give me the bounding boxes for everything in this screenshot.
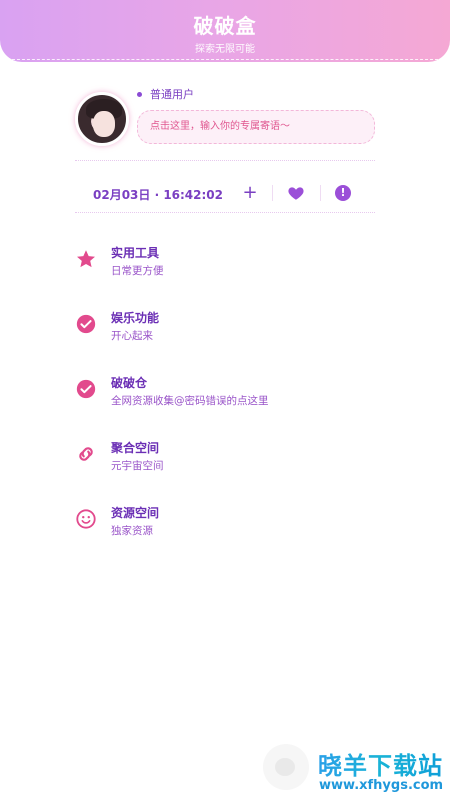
status-row: 02月03日 · 16:42:02 + !: [75, 176, 375, 212]
app-title: 破破盒: [193, 14, 257, 38]
check-circle-icon: [75, 313, 97, 335]
menu-item-subtitle: 独家资源: [111, 525, 153, 537]
separator: [320, 185, 321, 201]
alert-icon[interactable]: !: [335, 185, 351, 201]
menu-list: 实用工具 日常更方便 娱乐功能 开心起来 破破仓 全网资源收集@密码错误的点这里: [75, 240, 375, 565]
star-icon: [75, 248, 97, 270]
smile-icon: [75, 508, 97, 530]
menu-item-subtitle: 日常更方便: [111, 265, 164, 277]
sheep-logo-icon: [263, 744, 309, 790]
avatar[interactable]: [75, 92, 129, 146]
menu-item-subtitle: 开心起来: [111, 330, 153, 342]
menu-item-title: 聚合空间: [111, 441, 160, 455]
menu-item-subtitle: 元宇宙空间: [111, 460, 164, 472]
menu-item-resource-space[interactable]: 资源空间 独家资源: [75, 500, 375, 565]
menu-item-title: 资源空间: [111, 506, 160, 520]
site-watermark: 晓羊下载站 www.xfhygs.com: [255, 738, 450, 800]
check-circle-icon: [75, 378, 97, 400]
heart-icon[interactable]: [287, 184, 305, 202]
separator: [272, 185, 273, 201]
divider: [75, 212, 375, 213]
plus-icon[interactable]: +: [241, 183, 259, 203]
app-header: 破破盒 探索无限可能: [0, 0, 450, 62]
profile-card: 普通用户 点击这里，输入你的专属寄语～: [75, 86, 375, 150]
menu-item-entertainment[interactable]: 娱乐功能 开心起来: [75, 305, 375, 370]
bullet-dot-icon: [137, 91, 142, 97]
motto-input[interactable]: 点击这里，输入你的专属寄语～: [137, 110, 375, 144]
datetime-display: 02月03日 · 16:42:02: [93, 188, 224, 202]
menu-item-tools[interactable]: 实用工具 日常更方便: [75, 240, 375, 305]
user-type: 普通用户: [137, 86, 194, 102]
user-type-label: 普通用户: [150, 88, 194, 101]
link-icon: [75, 443, 97, 465]
divider: [75, 160, 375, 161]
app-subtitle: 探索无限可能: [195, 44, 255, 55]
menu-item-title: 实用工具: [111, 246, 160, 260]
menu-item-title: 娱乐功能: [111, 311, 160, 325]
avatar-face: [93, 111, 115, 137]
watermark-name: 晓羊下载站: [318, 746, 443, 781]
menu-item-subtitle: 全网资源收集@密码错误的点这里: [111, 395, 269, 407]
menu-item-aggregate-space[interactable]: 聚合空间 元宇宙空间: [75, 435, 375, 500]
menu-item-title: 破破仓: [111, 376, 148, 390]
watermark-url: www.xfhygs.com: [319, 778, 444, 793]
menu-item-popocang[interactable]: 破破仓 全网资源收集@密码错误的点这里: [75, 370, 375, 435]
